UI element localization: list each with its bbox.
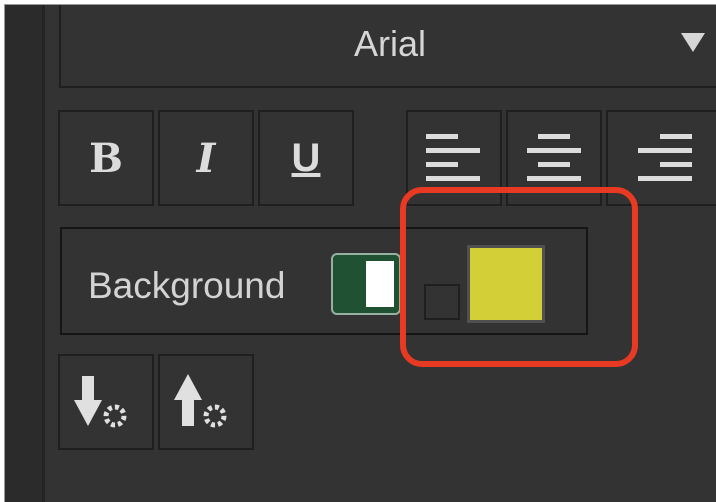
panel-edge	[5, 5, 45, 502]
align-right-button[interactable]	[606, 110, 716, 206]
arrow-down-gear-icon	[74, 376, 127, 428]
color-preset-swatch[interactable]	[424, 284, 460, 320]
dropdown-arrow-icon	[681, 33, 705, 52]
bold-icon: B	[89, 134, 123, 182]
font-family-value: Arial	[353, 23, 427, 64]
italic-button[interactable]: I	[158, 110, 254, 206]
background-settings: Background	[60, 227, 588, 335]
arrow-up-gear-icon	[174, 374, 227, 428]
background-label: Background	[88, 265, 286, 306]
align-left-button[interactable]	[406, 110, 502, 206]
background-color-swatch[interactable]	[467, 245, 545, 323]
align-center-button[interactable]	[506, 110, 602, 206]
align-center-icon	[527, 134, 581, 181]
toggle-knob	[366, 261, 394, 307]
bring-forward-button[interactable]	[158, 354, 254, 450]
underline-icon: U	[291, 135, 321, 180]
italic-icon: I	[196, 134, 216, 182]
font-family-select[interactable]: Arial	[59, 5, 716, 88]
align-left-icon	[426, 134, 480, 181]
properties-panel: Arial B I U Background	[4, 4, 716, 502]
bold-button[interactable]: B	[58, 110, 154, 206]
align-right-icon	[637, 134, 692, 181]
send-backward-button[interactable]	[58, 354, 154, 450]
underline-button[interactable]: U	[258, 110, 354, 206]
background-toggle[interactable]	[331, 253, 401, 315]
